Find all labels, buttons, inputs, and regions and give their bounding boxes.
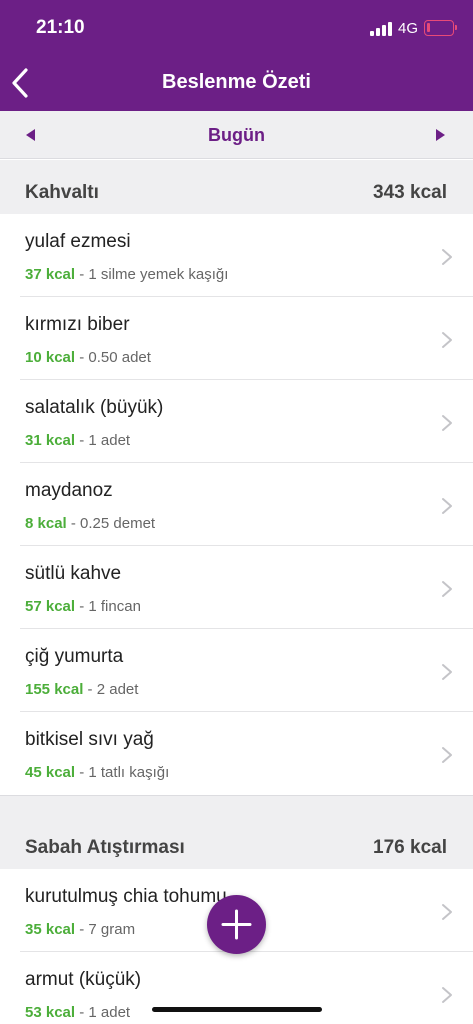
food-name: çiğ yumurta [25, 646, 124, 667]
date-label[interactable]: Bugün [0, 125, 473, 146]
food-name: kırmızı biber [25, 314, 130, 335]
chevron-right-icon [442, 498, 452, 514]
food-detail: 155 kcal - 2 adet [25, 681, 138, 698]
food-item-row[interactable]: bitkisel sıvı yağ 45 kcal - 1 tatlı kaşı… [0, 712, 473, 795]
food-item-row[interactable]: armut (küçük) 53 kcal - 1 adet [0, 952, 473, 1024]
chevron-right-icon [442, 249, 452, 265]
signal-icon [370, 22, 392, 36]
next-day-button[interactable] [418, 111, 462, 159]
triangle-right-icon [436, 129, 445, 141]
food-detail: 31 kcal - 1 adet [25, 432, 130, 449]
section-kcal: 176 kcal [373, 837, 447, 858]
food-item-row[interactable]: maydanoz 8 kcal - 0.25 demet [0, 463, 473, 546]
add-food-button[interactable] [207, 895, 266, 954]
food-detail: 37 kcal - 1 silme yemek kaşığı [25, 266, 228, 283]
app-header: 21:10 4G Beslenme Özeti [0, 0, 473, 111]
food-kcal: 155 kcal [25, 681, 84, 698]
food-detail: 35 kcal - 7 gram [25, 921, 135, 938]
chevron-right-icon [442, 664, 452, 680]
food-portion: - 7 gram [75, 921, 136, 938]
food-item-row[interactable]: sütlü kahve 57 kcal - 1 fincan [0, 546, 473, 629]
network-type: 4G [398, 20, 419, 37]
chevron-right-icon [442, 904, 452, 920]
food-item-row[interactable]: yulaf ezmesi 37 kcal - 1 silme yemek kaş… [0, 214, 473, 297]
chevron-right-icon [442, 415, 452, 431]
food-name: maydanoz [25, 480, 113, 501]
food-kcal: 10 kcal [25, 349, 76, 366]
food-detail: 8 kcal - 0.25 demet [25, 515, 155, 532]
food-portion: - 1 tatlı kaşığı [75, 764, 170, 781]
food-name: kurutulmuş chia tohumu [25, 886, 227, 907]
food-portion: - 0.25 demet [66, 515, 156, 532]
food-detail: 45 kcal - 1 tatlı kaşığı [25, 764, 169, 781]
section-kcal: 343 kcal [373, 182, 447, 203]
food-detail: 53 kcal - 1 adet [25, 1004, 130, 1021]
nav-bar: Beslenme Özeti [0, 60, 473, 111]
battery-icon [424, 20, 457, 36]
food-portion: - 1 adet [75, 1004, 131, 1021]
food-detail: 10 kcal - 0.50 adet [25, 349, 151, 366]
food-name: yulaf ezmesi [25, 231, 131, 252]
food-name: salatalık (büyük) [25, 397, 164, 418]
food-name: sütlü kahve [25, 563, 122, 584]
chevron-right-icon [442, 332, 452, 348]
status-bar: 21:10 4G [0, 0, 473, 60]
food-kcal: 53 kcal [25, 1004, 76, 1021]
chevron-right-icon [442, 747, 452, 763]
food-portion: - 2 adet [83, 681, 139, 698]
date-navigator: Bugün [0, 111, 473, 159]
food-name: armut (küçük) [25, 969, 142, 990]
section-title: Kahvaltı [25, 182, 99, 203]
chevron-right-icon [442, 987, 452, 1003]
food-item-row[interactable]: kırmızı biber 10 kcal - 0.50 adet [0, 297, 473, 380]
food-portion: - 1 silme yemek kaşığı [75, 266, 229, 283]
food-portion: - 0.50 adet [75, 349, 151, 366]
section-header-morning-snack: Sabah Atıştırması 176 kcal [0, 795, 473, 869]
plus-icon [221, 909, 252, 940]
chevron-right-icon [442, 581, 452, 597]
status-time: 21:10 [36, 17, 85, 38]
section-title: Sabah Atıştırması [25, 837, 185, 858]
food-portion: - 1 fincan [75, 598, 141, 615]
section-header-breakfast: Kahvaltı 343 kcal [0, 160, 473, 214]
food-name: bitkisel sıvı yağ [25, 729, 154, 750]
food-kcal: 37 kcal [25, 266, 76, 283]
food-item-row[interactable]: salatalık (büyük) 31 kcal - 1 adet [0, 380, 473, 463]
food-kcal: 45 kcal [25, 764, 76, 781]
food-detail: 57 kcal - 1 fincan [25, 598, 141, 615]
page-title: Beslenme Özeti [162, 71, 311, 93]
food-kcal: 57 kcal [25, 598, 76, 615]
food-portion: - 1 adet [75, 432, 131, 449]
food-kcal: 8 kcal [25, 515, 67, 532]
food-kcal: 31 kcal [25, 432, 76, 449]
home-indicator [152, 1007, 322, 1012]
food-kcal: 35 kcal [25, 921, 76, 938]
food-item-row[interactable]: çiğ yumurta 155 kcal - 2 adet [0, 629, 473, 712]
